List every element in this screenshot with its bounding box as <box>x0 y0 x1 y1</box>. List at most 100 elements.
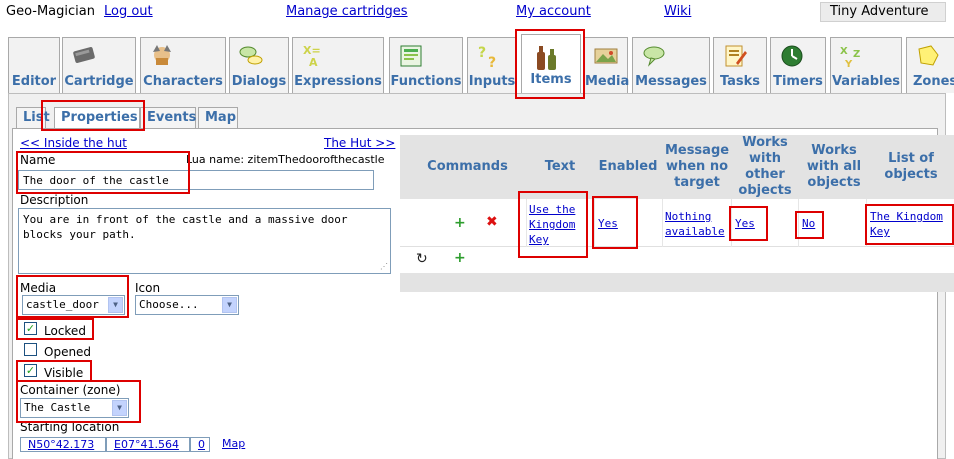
add-row-icon[interactable]: + <box>454 250 466 266</box>
resize-grip-icon[interactable]: ⋰ <box>380 263 388 271</box>
expressions-icon: X=A <box>303 44 321 69</box>
media-select-value: castle_door <box>26 298 99 311</box>
tab-label: Items <box>530 72 572 87</box>
messages-icon <box>643 46 665 67</box>
header-text: Text <box>544 159 576 174</box>
my-account-link[interactable]: My account <box>516 4 591 19</box>
logout-link[interactable]: Log out <box>104 4 153 19</box>
media-label: Media <box>20 281 57 295</box>
project-name: Tiny Adventure <box>820 2 946 22</box>
starting-location-label: Starting location <box>20 420 120 434</box>
container-select-value: The Castle <box>24 401 91 414</box>
inputs-icon: ?? <box>478 45 496 69</box>
chevron-down-icon: ▼ <box>108 297 123 313</box>
icon-select[interactable]: Choose... ▼ <box>135 295 239 315</box>
header-enabled: Enabled <box>598 159 658 174</box>
add-icon[interactable]: + <box>454 215 466 231</box>
cartridge-icon <box>73 47 95 63</box>
subtab-properties[interactable]: Properties <box>54 107 140 129</box>
table-row[interactable]: + ✖ Use the Kingdom Key Yes Nothing avai… <box>400 199 954 247</box>
media-select[interactable]: castle_door ▼ <box>22 295 125 315</box>
chevron-down-icon: ▼ <box>222 297 237 313</box>
characters-icon <box>153 45 171 65</box>
header-commands: Commands <box>427 159 508 174</box>
icon-select-value: Choose... <box>139 298 199 311</box>
description-label: Description <box>20 193 89 207</box>
container-select[interactable]: The Castle ▼ <box>20 398 129 418</box>
tab-editor[interactable]: Editor <box>8 37 60 93</box>
cell-enabled[interactable]: Yes <box>598 216 618 231</box>
tab-label: Variables <box>831 74 901 89</box>
map-link[interactable]: Map <box>222 437 245 450</box>
cell-works-other[interactable]: Yes <box>735 216 755 231</box>
wiki-link[interactable]: Wiki <box>664 4 691 19</box>
cell-works-all[interactable]: No <box>802 216 815 231</box>
cell-message[interactable]: Nothing available <box>665 209 733 239</box>
description-field[interactable]: You are in front of the castle and a mas… <box>18 208 391 274</box>
tab-media[interactable]: Media <box>584 37 630 93</box>
longitude-link[interactable]: E07°41.564 <box>106 437 190 452</box>
cell-objects[interactable]: The Kingdom Key <box>870 209 952 239</box>
dialogs-icon <box>239 46 263 65</box>
delete-icon[interactable]: ✖ <box>486 214 498 230</box>
subtab-events[interactable]: Events <box>140 107 196 129</box>
altitude-link[interactable]: 0 <box>190 437 210 452</box>
latitude-link[interactable]: N50°42.173 <box>20 437 106 452</box>
tab-items[interactable]: Items <box>521 34 581 96</box>
tab-messages[interactable]: Messages <box>632 37 710 93</box>
tab-variables[interactable]: XZY Variables <box>830 37 902 93</box>
tab-inputs[interactable]: ?? Inputs <box>467 37 517 93</box>
tab-label: Cartridge <box>64 74 134 89</box>
grid-header: Commands Text Enabled Message when no ta… <box>400 135 954 199</box>
tab-label: Media <box>585 74 630 89</box>
opened-label: Opened <box>44 345 92 359</box>
manage-cartridges-link[interactable]: Manage cartridges <box>286 4 408 19</box>
visible-label: Visible <box>44 366 84 380</box>
tasks-icon <box>725 45 747 67</box>
tab-zones[interactable]: Zones <box>906 37 954 93</box>
main-tabs: Editor Cartridge Characters Dialogs X= A … <box>0 34 954 96</box>
tab-characters[interactable]: Characters <box>140 37 226 93</box>
tab-label: Messages <box>635 74 707 89</box>
tab-label: Dialogs <box>231 74 287 89</box>
svg-text:?: ? <box>478 45 486 61</box>
name-field[interactable]: The door of the castle <box>18 170 374 190</box>
svg-text:Y: Y <box>844 59 853 69</box>
functions-icon <box>400 45 422 67</box>
tab-label: Expressions <box>294 74 382 89</box>
tab-label: Zones <box>913 74 954 89</box>
cell-text[interactable]: Use the Kingdom Key <box>529 202 589 247</box>
variables-icon: X ZY <box>840 46 860 69</box>
media-icon <box>594 48 618 64</box>
tab-functions[interactable]: Functions <box>389 37 463 93</box>
next-item-link[interactable]: The Hut >> <box>324 136 395 150</box>
tab-cartridge[interactable]: Cartridge <box>62 37 136 93</box>
opened-checkbox[interactable]: ✓ <box>24 343 37 356</box>
tab-tasks[interactable]: Tasks <box>713 37 767 93</box>
refresh-icon[interactable]: ↻ <box>416 251 428 267</box>
locked-label: Locked <box>44 324 86 338</box>
tab-label: Characters <box>143 74 223 89</box>
locked-checkbox[interactable]: ✓ <box>24 322 37 335</box>
tab-timers[interactable]: Timers <box>770 37 826 93</box>
commands-grid: Commands Text Enabled Message when no ta… <box>400 135 954 292</box>
svg-text:?: ? <box>488 55 496 69</box>
visible-checkbox[interactable]: ✓ <box>24 364 37 377</box>
prev-item-link[interactable]: << Inside the hut <box>20 136 127 150</box>
svg-text:X: X <box>840 46 848 57</box>
tab-expressions[interactable]: X= A Expressions <box>292 37 384 93</box>
header-works-other: Works with other objects <box>738 135 792 198</box>
subtab-list[interactable]: List <box>16 107 50 129</box>
timers-icon <box>781 45 803 67</box>
subtab-map[interactable]: Map <box>198 107 238 129</box>
tab-label: Timers <box>773 74 823 89</box>
header-message-no-target: Message when no target <box>664 143 730 190</box>
grid-footer <box>400 273 954 292</box>
tab-label: Editor <box>11 74 57 89</box>
header-works-all: Works with all objects <box>806 143 862 190</box>
svg-text:A: A <box>309 56 318 69</box>
svg-text:Z: Z <box>853 49 860 60</box>
name-label: Name <box>20 153 56 167</box>
tab-label: Tasks <box>719 74 761 89</box>
tab-dialogs[interactable]: Dialogs <box>229 37 289 93</box>
